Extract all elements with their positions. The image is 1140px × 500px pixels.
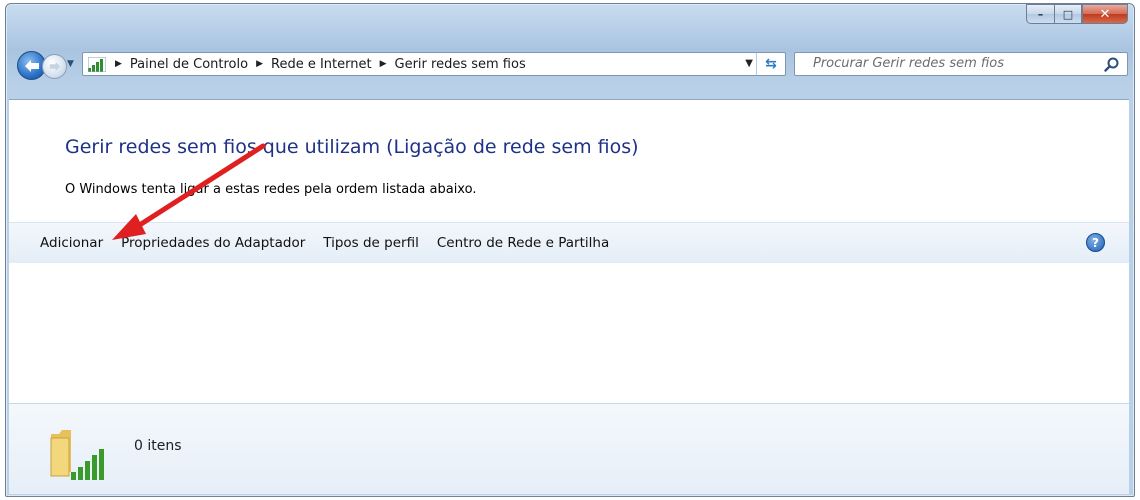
search-icon[interactable] [1104,57,1119,72]
page-description: O Windows tenta ligar a estas redes pela… [65,182,477,197]
network-signal-icon [88,57,106,72]
explorer-window: – □ ✕ ▼ ▶ Painel de Controlo ▶ Rede e In… [5,3,1135,497]
minimize-icon: – [1037,7,1044,21]
breadcrumb-chevron-icon[interactable]: ▶ [380,59,387,69]
network-list [9,263,1129,403]
breadcrumb-painel-de-controlo[interactable]: Painel de Controlo [130,57,248,72]
profile-types-button[interactable]: Tipos de perfil [314,235,428,251]
forward-arrow-icon [49,62,60,71]
breadcrumb-chevron-icon[interactable]: ▶ [115,59,122,69]
breadcrumb: ▶ Painel de Controlo ▶ Rede e Internet ▶… [111,53,526,75]
maximize-button[interactable]: □ [1054,4,1082,24]
breadcrumb-rede-e-internet[interactable]: Rede e Internet [271,57,372,72]
address-dropdown-icon[interactable]: ▼ [745,58,753,69]
breadcrumb-gerir-redes-sem-fios[interactable]: Gerir redes sem fios [395,57,526,72]
add-button[interactable]: Adicionar [9,235,112,251]
refresh-button[interactable]: ⇆ [756,53,785,75]
network-sharing-center-button[interactable]: Centro de Rede e Partilha [428,235,618,251]
search-box[interactable] [794,52,1128,76]
close-button[interactable]: ✕ [1082,4,1128,24]
adapter-properties-button[interactable]: Propriedades do Adaptador [112,235,314,251]
caption-buttons: – □ ✕ [1026,4,1128,24]
maximize-icon: □ [1062,7,1074,21]
wireless-folder-icon [50,430,104,480]
close-icon: ✕ [1099,6,1111,22]
forward-button[interactable] [42,54,67,79]
minimize-button[interactable]: – [1026,4,1054,24]
details-pane: 0 itens [9,403,1129,494]
refresh-icon: ⇆ [765,56,777,72]
navigation-bar: ▼ ▶ Painel de Controlo ▶ Rede e Internet… [6,48,1134,80]
breadcrumb-chevron-icon[interactable]: ▶ [256,59,263,69]
recent-pages-dropdown[interactable]: ▼ [67,59,74,69]
command-bar: Adicionar Propriedades do Adaptador Tipo… [9,222,1129,264]
item-count: 0 itens [134,438,182,454]
search-input[interactable] [799,54,1103,73]
page-title: Gerir redes sem fios que utilizam (Ligaç… [65,136,639,158]
help-icon[interactable]: ? [1086,233,1105,252]
back-arrow-icon [24,59,39,72]
content-pane: Gerir redes sem fios que utilizam (Ligaç… [9,99,1129,494]
address-bar[interactable]: ▶ Painel de Controlo ▶ Rede e Internet ▶… [82,52,786,76]
